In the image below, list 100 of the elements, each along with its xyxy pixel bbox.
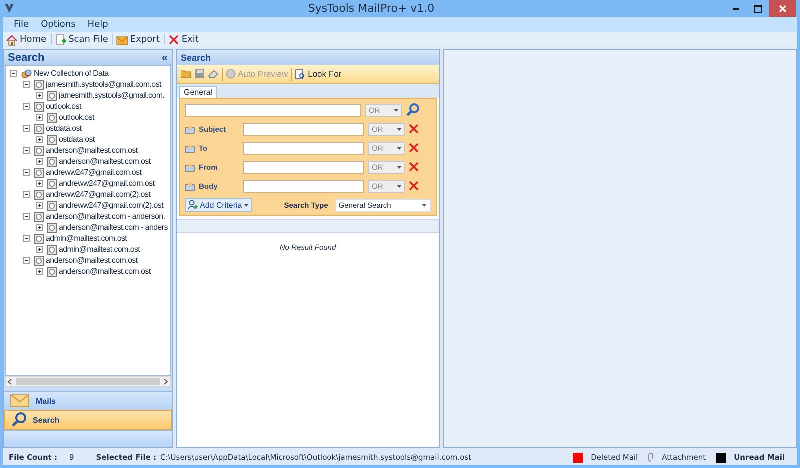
expand-toggle[interactable] — [36, 136, 43, 143]
tree-item[interactable]: admin@mailtest.com.ost — [59, 245, 140, 254]
remove-button[interactable] — [409, 124, 419, 134]
criteria-field[interactable] — [243, 180, 364, 192]
collapse-button[interactable]: « — [162, 52, 168, 64]
collapse-toggle[interactable] — [23, 103, 30, 110]
expand-toggle[interactable] — [36, 180, 43, 187]
close-icon — [778, 4, 786, 12]
add-person-icon — [188, 200, 198, 210]
contact-icon — [185, 182, 195, 190]
export-button[interactable]: Export — [113, 34, 165, 45]
open-button[interactable] — [181, 69, 192, 79]
collapse-toggle[interactable] — [23, 235, 30, 242]
caret-icon — [397, 184, 402, 188]
tree-item[interactable]: andreww247@gmail.com.ost — [46, 168, 142, 177]
tree-item[interactable]: andreww247@gmail.com(2).ost — [59, 201, 164, 210]
expand-toggle[interactable] — [36, 92, 43, 99]
caret-icon — [397, 146, 402, 150]
expand-toggle[interactable] — [36, 158, 43, 165]
remove-button[interactable] — [409, 181, 419, 191]
search-icon[interactable] — [406, 103, 420, 117]
search-field[interactable] — [185, 104, 361, 116]
collapse-toggle[interactable] — [10, 70, 17, 77]
menu-item[interactable]: Options — [36, 20, 81, 30]
nav-item[interactable]: Search — [4, 410, 172, 430]
file-icon — [47, 112, 57, 122]
tree-item[interactable]: anderson@mailtest.com.ost — [46, 146, 138, 155]
tree-item[interactable]: outlook.ost — [59, 113, 94, 122]
tree-item[interactable]: outlook.ost — [46, 102, 82, 111]
collapse-toggle[interactable] — [23, 81, 30, 88]
file-icon — [47, 156, 57, 166]
tree-item[interactable]: anderson@mailtest.com.ost — [59, 157, 151, 166]
horizontal-scrollbar[interactable] — [5, 376, 171, 387]
file-icon — [34, 124, 44, 134]
tree-item[interactable]: New Collection of Data — [34, 69, 109, 78]
contact-icon — [185, 144, 195, 152]
criteria-field[interactable] — [243, 142, 364, 154]
tree-item[interactable]: anderson@mailtest.com.ost — [46, 256, 138, 265]
expand-toggle[interactable] — [36, 246, 43, 253]
file-icon — [34, 234, 44, 244]
envelope-icon — [10, 394, 30, 408]
collapse-toggle[interactable] — [23, 125, 30, 132]
home-button[interactable]: Home — [3, 34, 52, 45]
tree-item[interactable]: jamesmith.systools@gmail.com.ost — [46, 80, 162, 89]
file-icon — [34, 190, 44, 200]
close-icon — [168, 34, 180, 46]
tree-item[interactable]: jamesmith.systools@gmail.com. — [59, 91, 165, 100]
toolbar-button[interactable]: Look For — [295, 68, 342, 80]
remove-icon — [409, 162, 419, 172]
tree-item[interactable]: andreww247@gmail.com.ost — [59, 179, 155, 188]
contact-icon — [185, 162, 195, 172]
tree-item[interactable]: ostdata.ost — [59, 135, 95, 144]
tree-item[interactable]: ostdata.ost — [46, 124, 82, 133]
collapse-toggle[interactable] — [23, 169, 30, 176]
exit-button[interactable]: Exit — [164, 34, 203, 45]
file-icon — [34, 212, 44, 222]
find-icon — [295, 68, 306, 80]
file-icon — [47, 178, 57, 188]
tree-item[interactable]: andreww247@gmail.com(2).ost — [46, 190, 151, 199]
tab[interactable]: General — [179, 86, 218, 98]
collapse-toggle[interactable] — [23, 147, 30, 154]
collapse-toggle[interactable] — [23, 213, 30, 220]
envelope-icon — [116, 34, 128, 46]
window-title: SysTools MailPro+ v1.0 — [307, 2, 436, 15]
file-icon — [34, 146, 44, 156]
expand-toggle[interactable] — [36, 202, 43, 209]
file-icon — [47, 200, 57, 210]
eraser-icon — [208, 69, 219, 79]
add-criteria-button[interactable]: Add Criteria — [185, 198, 252, 212]
criteria-field[interactable] — [243, 160, 364, 174]
app-logo-icon — [4, 3, 14, 14]
collapse-toggle[interactable] — [23, 191, 30, 198]
collapse-toggle[interactable] — [23, 257, 30, 264]
close-button[interactable] — [769, 0, 796, 17]
tree-item[interactable]: anderson@mailtest.com - anders — [59, 223, 168, 232]
home-icon — [6, 34, 18, 46]
remove-button[interactable] — [409, 143, 419, 153]
circle-icon — [226, 69, 236, 79]
expand-toggle[interactable] — [36, 224, 43, 231]
expand-toggle[interactable] — [36, 114, 43, 121]
caret-icon — [422, 204, 427, 206]
menu-item[interactable]: File — [9, 20, 34, 30]
file-icon — [47, 90, 57, 100]
caret-icon — [244, 204, 250, 206]
menu-item[interactable]: Help — [82, 20, 114, 30]
nav-item[interactable]: Mails — [4, 391, 172, 410]
remove-icon — [409, 181, 419, 191]
tree-item[interactable]: anderson@mailtest.com.ost — [59, 267, 151, 276]
search-icon — [11, 412, 27, 428]
tree-item[interactable]: admin@mailtest.com.ost — [46, 234, 128, 243]
tree-item[interactable]: anderson@mailtest.com - anderson. — [46, 212, 166, 221]
scan-button[interactable]: Scan File — [52, 34, 114, 45]
panel-title: Search — [181, 52, 212, 62]
minimize-icon — [733, 8, 739, 10]
clear-button[interactable] — [208, 69, 219, 79]
remove-icon — [409, 124, 419, 134]
scroll-right-icon — [164, 378, 168, 384]
criteria-field[interactable] — [243, 122, 364, 136]
expand-toggle[interactable] — [36, 268, 43, 275]
remove-button[interactable] — [409, 162, 419, 172]
